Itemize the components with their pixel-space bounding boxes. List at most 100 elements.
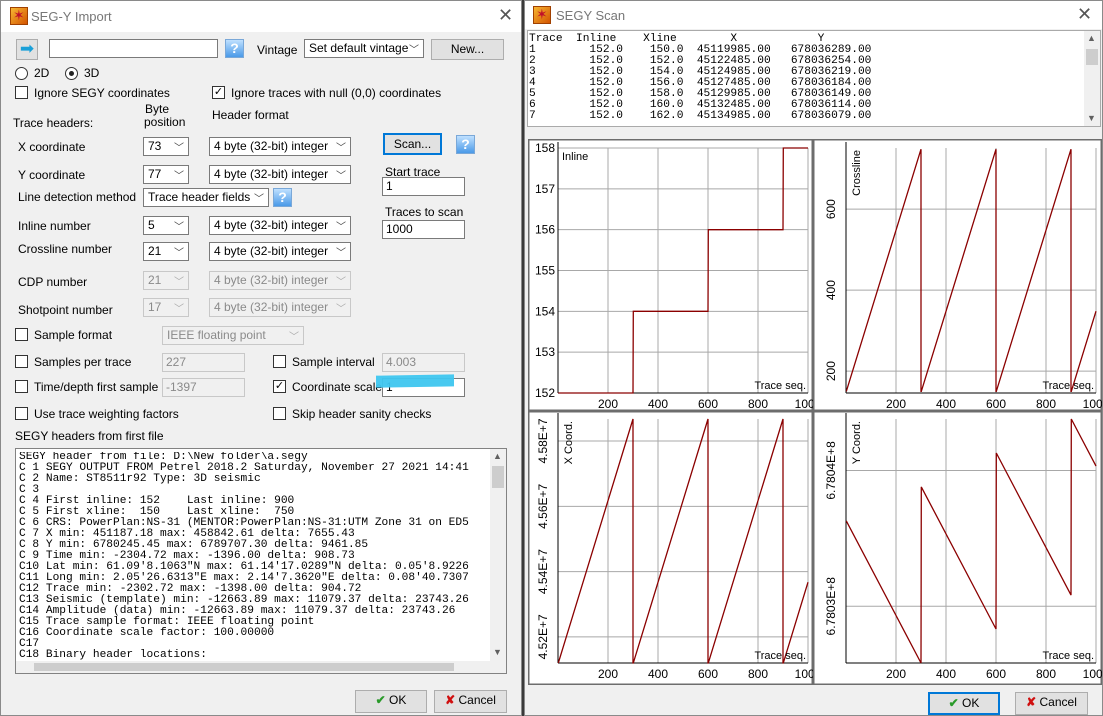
line-detection-help-icon[interactable]: ? <box>273 188 292 207</box>
y-byte-select[interactable]: 77 ﹀ <box>143 165 189 184</box>
x-format-select[interactable]: 4 byte (32-bit) integer ﹀ <box>209 137 351 156</box>
header-line: C18 Binary header locations: <box>19 649 207 661</box>
shotpoint-number-label: Shotpoint number <box>18 303 113 317</box>
sample-interval-checkbox[interactable] <box>273 355 286 368</box>
x-tick-label: 400 <box>936 667 956 681</box>
scan-cancel-button[interactable]: ✘ Cancel <box>1015 692 1088 715</box>
sample-format-checkbox[interactable] <box>15 328 28 341</box>
sample-format-select: IEEE floating point ﹀ <box>162 326 304 345</box>
chevron-down-icon: ﹀ <box>174 171 184 182</box>
x-tick-label: 200 <box>886 397 906 411</box>
x-tick-label: 1000 <box>1083 397 1103 411</box>
ignore-segy-coords-checkbox[interactable] <box>15 86 28 99</box>
y-tick-label: 6.7804E+8 <box>824 441 838 500</box>
y-tick-label: 4.56E+7 <box>536 483 550 528</box>
x-axis-title: Trace seq. <box>1042 380 1094 392</box>
traces-to-scan-input[interactable]: 1000 <box>382 220 465 239</box>
time-first-sample-checkbox[interactable] <box>15 380 28 393</box>
y-tick-label: 157 <box>535 182 555 196</box>
close-icon[interactable]: ✕ <box>498 5 513 26</box>
chevron-down-icon: ﹀ <box>336 222 346 233</box>
sample-interval-input: 4.003 <box>382 353 465 372</box>
scroll-thumb[interactable] <box>492 466 504 488</box>
inline-number-label: Inline number <box>18 219 91 233</box>
trace-weighting-checkbox[interactable] <box>15 407 28 420</box>
scan-ok-button[interactable]: ✔ OK <box>928 692 1000 715</box>
scan-charts: 200 400 600 800 1000 152 153 154 155 156 157 158 Inl… <box>528 139 1103 685</box>
crossline-byte-select[interactable]: 21 ﹀ <box>143 242 189 261</box>
cross-icon: ✘ <box>1026 695 1037 709</box>
col-byte-label-1: Byte <box>145 102 170 116</box>
radio-3d[interactable] <box>65 67 78 80</box>
chevron-down-icon: ﹀ <box>336 248 346 259</box>
vertical-scrollbar[interactable]: ▲ ▼ <box>490 449 506 661</box>
inline-byte-select[interactable]: 5 ﹀ <box>143 216 189 235</box>
start-trace-input[interactable]: 1 <box>382 177 465 196</box>
x-tick-label: 600 <box>986 667 1006 681</box>
scroll-thumb-h[interactable] <box>34 663 454 671</box>
chevron-down-icon: ﹀ <box>174 277 184 288</box>
cdp-byte-select: 21 ﹀ <box>143 271 189 290</box>
time-first-sample-label: Time/depth first sample <box>34 380 159 394</box>
x-byte-select[interactable]: 73 ﹀ <box>143 137 189 156</box>
headers-title: SEGY headers from first file <box>15 429 164 443</box>
ok-label: OK <box>962 696 980 710</box>
coordinate-scale-checkbox[interactable]: ✓ <box>273 380 286 393</box>
help-icon[interactable]: ? <box>225 39 244 58</box>
x-tick-label: 400 <box>648 667 668 681</box>
y-tick-label: 200 <box>824 361 838 381</box>
checkmark-icon: ✔ <box>375 693 386 707</box>
samples-per-trace-checkbox[interactable] <box>15 355 28 368</box>
samples-per-trace-input: 227 <box>162 353 245 372</box>
line-detection-select[interactable]: Trace header fields ﹀ <box>143 188 269 207</box>
y-format-select[interactable]: 4 byte (32-bit) integer ﹀ <box>209 165 351 184</box>
x-tick-label: 800 <box>748 397 768 411</box>
x-tick-label: 600 <box>986 397 1006 411</box>
ignore-null-traces-checkbox[interactable]: ✓ <box>212 86 225 99</box>
x-tick-label: 600 <box>698 397 718 411</box>
scan-button[interactable]: Scan... <box>383 133 442 155</box>
x-tick-label: 800 <box>748 667 768 681</box>
y-axis-title: Crossline <box>851 150 863 196</box>
import-ok-button[interactable]: ✔ OK <box>355 690 427 713</box>
file-path-input[interactable] <box>49 39 218 58</box>
y-tick-label: 4.58E+7 <box>536 418 550 463</box>
shotpoint-format-value: 4 byte (32-bit) integer <box>214 300 329 314</box>
shotpoint-byte-value: 17 <box>148 300 162 314</box>
y-format-value: 4 byte (32-bit) integer <box>214 167 329 181</box>
scroll-up-icon[interactable]: ▲ <box>493 451 502 461</box>
cdp-number-label: CDP number <box>18 275 88 289</box>
x-byte-value: 73 <box>148 139 162 153</box>
x-tick-label: 200 <box>598 667 618 681</box>
radio-2d[interactable] <box>15 67 28 80</box>
cancel-label: Cancel <box>458 693 496 707</box>
x-tick-label: 800 <box>1036 397 1056 411</box>
radio-2d-label: 2D <box>34 66 50 80</box>
skip-sanity-checkbox[interactable] <box>273 407 286 420</box>
y-tick-label: 6.7803E+8 <box>824 577 838 636</box>
horizontal-scrollbar[interactable] <box>16 661 506 673</box>
shotpoint-format-select: 4 byte (32-bit) integer ﹀ <box>209 298 351 317</box>
open-file-button[interactable]: ➡ <box>16 39 38 60</box>
scan-help-icon[interactable]: ? <box>456 135 475 154</box>
chart-frame <box>528 139 813 411</box>
import-title-bar[interactable]: SEG-Y Import ✕ <box>1 1 521 32</box>
x-tick-label: 1000 <box>1083 667 1103 681</box>
chevron-down-icon: ﹀ <box>254 194 264 205</box>
chart-panel-4: 200 400 600 800 1000 6.7803E+8 6.7804E+8 Y Coor… <box>813 411 1103 685</box>
crossline-format-select[interactable]: 4 byte (32-bit) integer ﹀ <box>209 242 351 261</box>
new-vintage-button[interactable]: New... <box>431 39 504 60</box>
sample-interval-label: Sample interval <box>292 355 375 369</box>
import-cancel-button[interactable]: ✘ Cancel <box>434 690 507 713</box>
scroll-down-icon[interactable]: ▼ <box>493 647 502 657</box>
vintage-select[interactable]: Set default vintage ﹀ <box>304 39 424 58</box>
radio-3d-label: 3D <box>84 66 100 80</box>
trace-weighting-label: Use trace weighting factors <box>34 407 179 421</box>
y-tick-label: 153 <box>535 345 555 359</box>
x-tick-label: 200 <box>886 667 906 681</box>
inline-format-select[interactable]: 4 byte (32-bit) integer ﹀ <box>209 216 351 235</box>
segy-headers-textbox[interactable]: SEGY header from file: D:\New folder\a.s… <box>15 448 507 674</box>
samples-per-trace-label: Samples per trace <box>34 355 132 369</box>
cancel-label: Cancel <box>1039 695 1077 709</box>
col-byte-label-2: position <box>144 115 186 129</box>
